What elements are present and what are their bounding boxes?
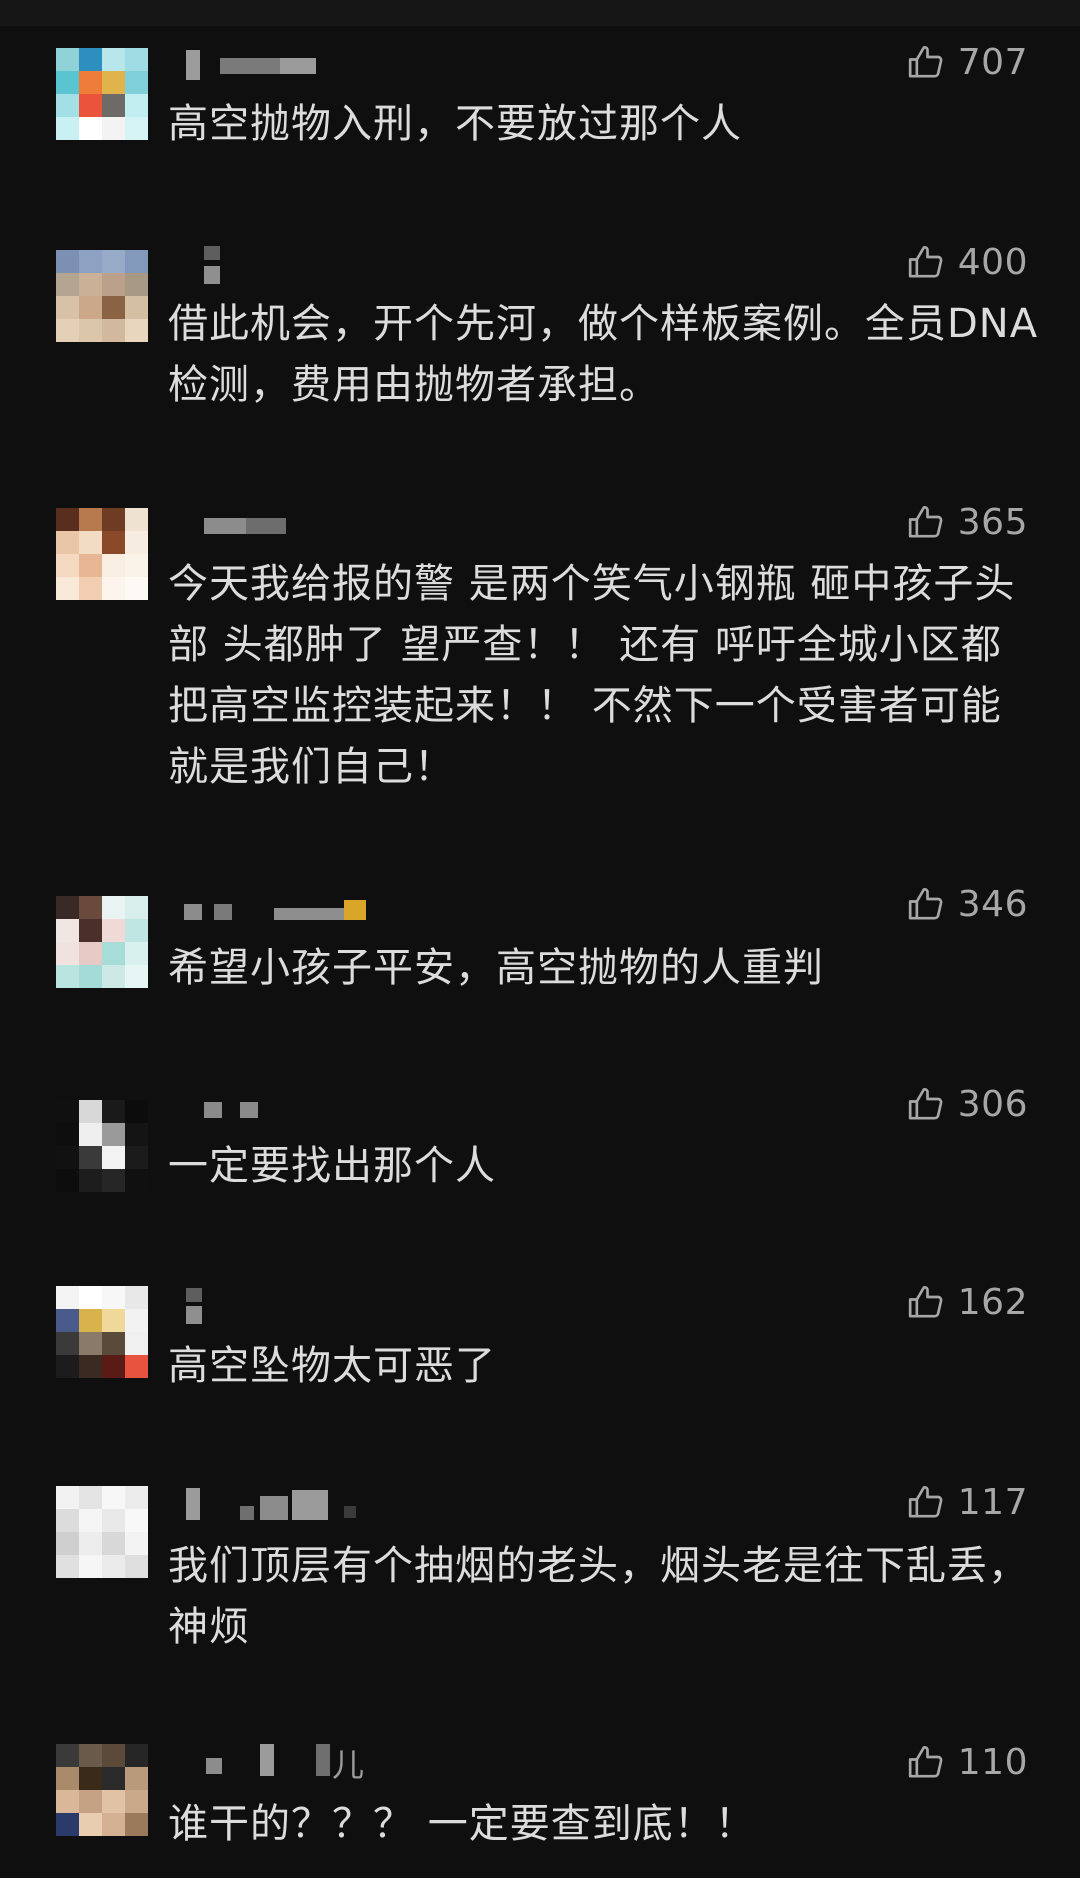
- like-button[interactable]: 162: [906, 1278, 1028, 1326]
- comment-text: 我们顶层有个抽烟的老头，烟头老是往下乱丢，神烦: [168, 1543, 1029, 1650]
- like-count: 306: [957, 1083, 1028, 1125]
- comment-text: 希望小孩子平安，高空抛物的人重判: [168, 945, 824, 991]
- like-button[interactable]: 117: [906, 1478, 1028, 1526]
- like-button[interactable]: 365: [906, 498, 1028, 546]
- comment-text: 高空抛物入刑，不要放过那个人: [168, 101, 742, 147]
- thumbs-up-icon: [906, 1084, 946, 1124]
- avatar[interactable]: [56, 508, 148, 600]
- like-button[interactable]: 346: [906, 880, 1028, 928]
- avatar[interactable]: [56, 48, 148, 140]
- avatar[interactable]: [56, 896, 148, 988]
- like-count: 707: [957, 41, 1028, 83]
- thumbs-up-icon: [906, 1282, 946, 1322]
- username-text: 儿: [332, 1746, 365, 1784]
- comment-text: 谁干的？？？ 一定要查到底！！: [168, 1801, 756, 1847]
- thumbs-up-icon: [906, 502, 946, 542]
- like-count: 117: [957, 1481, 1028, 1523]
- avatar[interactable]: [56, 250, 148, 342]
- like-button[interactable]: 110: [906, 1738, 1028, 1786]
- top-strip: [0, 0, 1080, 26]
- like-button[interactable]: 306: [906, 1080, 1028, 1128]
- like-count: 400: [957, 241, 1028, 283]
- comment-text: 高空坠物太可恶了: [168, 1343, 496, 1389]
- like-count: 110: [957, 1741, 1028, 1783]
- thumbs-up-icon: [906, 884, 946, 924]
- avatar[interactable]: [56, 1286, 148, 1378]
- like-count: 346: [957, 883, 1028, 925]
- comment-text: 今天我给报的警 是两个笑气小钢瓶 砸中孩子头部 头都肿了 望严查！！ 还有 呼吁…: [168, 561, 1016, 790]
- avatar[interactable]: [56, 1100, 148, 1192]
- like-button[interactable]: 400: [906, 238, 1028, 286]
- like-count: 162: [957, 1281, 1028, 1323]
- like-button[interactable]: 707: [906, 38, 1028, 86]
- thumbs-up-icon: [906, 242, 946, 282]
- avatar[interactable]: [56, 1486, 148, 1578]
- thumbs-up-icon: [906, 1482, 946, 1522]
- thumbs-up-icon: [906, 1742, 946, 1782]
- thumbs-up-icon: [906, 42, 946, 82]
- comment-text: 借此机会，开个先河，做个样板案例。全员DNA检测，费用由抛物者承担。: [168, 301, 1039, 408]
- like-count: 365: [957, 501, 1028, 543]
- avatar[interactable]: [56, 1744, 148, 1836]
- comment-text: 一定要找出那个人: [168, 1143, 496, 1189]
